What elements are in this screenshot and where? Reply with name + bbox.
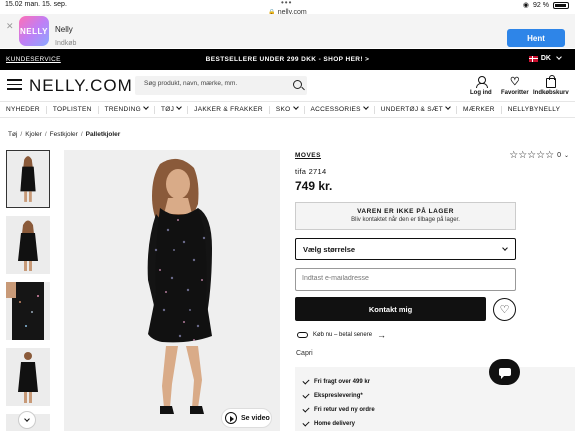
klarna-link[interactable]: Køb nu – betal senere → — [297, 330, 386, 340]
favorites-button[interactable]: ♡ Favoritter — [501, 76, 529, 96]
breadcrumb-item[interactable]: Kjoler — [25, 131, 42, 138]
status-time: 15.02 man. 15. sep. — [5, 1, 67, 8]
email-field-wrapper[interactable] — [295, 268, 516, 291]
chevron-down-icon — [362, 103, 369, 110]
nav-item[interactable]: NELLYBYNELLY — [502, 106, 567, 114]
app-subtitle: Indkøb — [55, 40, 77, 47]
benefit-item: Fri retur ved ny ordre — [302, 403, 575, 417]
chat-button[interactable] — [489, 359, 520, 385]
product-rating[interactable]: ☆☆☆☆☆ 0 ⌄ — [509, 150, 569, 161]
benefit-item: Ekspreslevering* — [302, 389, 575, 403]
customer-service-link[interactable]: KUNDESERVICE — [6, 56, 61, 63]
check-icon — [302, 419, 310, 427]
product-name: tifa 2714 — [295, 167, 327, 176]
nav-item[interactable]: TOPLISTEN — [47, 105, 99, 114]
chevron-down-icon — [24, 416, 30, 422]
promo-bar: BESTSELLERE UNDER 299 DKK - SHOP HER! > … — [0, 49, 575, 70]
chevron-down-icon — [176, 103, 182, 110]
star-rating-icon: ☆☆☆☆☆ — [509, 150, 555, 161]
benefit-item: Home delivery — [302, 417, 575, 431]
denmark-flag-icon — [528, 55, 538, 62]
thumbnail-1[interactable] — [6, 150, 50, 208]
chevron-down-icon — [143, 103, 149, 110]
thumbnail-3[interactable] — [6, 282, 50, 340]
nav-item[interactable]: SKO — [270, 103, 305, 114]
chat-icon — [498, 368, 511, 379]
nav-item[interactable]: TRENDING — [99, 103, 155, 114]
check-icon — [302, 391, 310, 399]
klarna-icon — [297, 332, 308, 338]
breadcrumb-item[interactable]: Tøj — [8, 131, 17, 138]
nav-item[interactable]: JAKKER & FRAKKER — [188, 105, 270, 114]
chevron-down-icon — [445, 103, 451, 110]
wifi-icon: ◉ — [522, 2, 530, 9]
chevron-down-icon — [502, 245, 508, 251]
menu-icon[interactable] — [7, 79, 22, 90]
chevron-down-icon — [556, 53, 562, 60]
search-box[interactable] — [135, 76, 307, 95]
out-of-stock-title: VAREN ER IKKE PÅ LAGER — [357, 208, 454, 215]
breadcrumb-current: Palletkjoler — [85, 131, 121, 138]
user-icon — [475, 76, 488, 88]
nav-item[interactable]: UNDERTØJ & SÆT — [375, 103, 458, 114]
nav-item[interactable]: ACCESSORIES — [305, 103, 375, 114]
app-banner: ✕ NELLY Nelly Indkøb Hent — [0, 14, 575, 48]
heart-icon: ♡ — [509, 76, 520, 88]
play-icon — [225, 412, 237, 424]
product-price: 749 kr. — [295, 179, 333, 193]
nav-item[interactable]: NYHEDER — [0, 105, 47, 114]
chevron-down-icon: ⌄ — [563, 153, 569, 159]
benefits-box: Fri fragt over 499 kr Ekspreslevering* F… — [295, 367, 575, 431]
thumbnail-4[interactable] — [6, 348, 50, 406]
play-video-button[interactable]: Se video — [221, 408, 272, 428]
main-nav: NYHEDER TOPLISTEN TRENDING TØJ JAKKER & FRAK… — [0, 101, 575, 118]
check-icon — [302, 377, 310, 385]
add-to-favorites-button[interactable]: ♡ — [493, 298, 516, 321]
benefit-item: Fri fragt over 499 kr — [302, 375, 575, 389]
app-logo: NELLY — [19, 16, 49, 46]
search-icon[interactable] — [293, 80, 302, 89]
product-color: Capri — [296, 350, 313, 357]
product-main-image[interactable] — [64, 150, 280, 431]
battery-percent: 92 % — [533, 1, 549, 9]
battery-icon — [553, 1, 569, 9]
app-name: Nelly — [55, 25, 73, 34]
site-logo[interactable]: NELLY.COM — [29, 76, 133, 96]
cart-button[interactable]: Indkøbskurv — [533, 75, 569, 96]
thumbnail-2[interactable] — [6, 216, 50, 274]
thumbnails-scroll-down-button[interactable] — [18, 411, 36, 429]
app-get-button[interactable]: Hent — [507, 29, 565, 47]
promo-message[interactable]: BESTSELLERE UNDER 299 DKK - SHOP HER! > — [0, 56, 575, 63]
close-icon[interactable]: ✕ — [6, 21, 14, 32]
heart-icon: ♡ — [499, 304, 510, 316]
email-field[interactable] — [302, 275, 502, 282]
status-dots: ••• — [281, 0, 293, 7]
nav-item[interactable]: TØJ — [155, 103, 189, 114]
out-of-stock-notice: VAREN ER IKKE PÅ LAGER Bliv kontaktet nå… — [295, 202, 516, 230]
check-icon — [302, 405, 310, 413]
arrow-right-icon: → — [377, 330, 387, 340]
breadcrumb-item[interactable]: Festkjoler — [50, 131, 78, 138]
contact-me-button[interactable]: Kontakt mig — [295, 297, 486, 321]
language-selector[interactable]: DK — [528, 53, 562, 62]
chevron-down-icon — [292, 103, 299, 110]
nav-item[interactable]: MÆRKER — [457, 105, 502, 114]
size-select[interactable]: Vælg størrelse — [295, 238, 516, 260]
bag-icon — [545, 75, 556, 88]
search-input[interactable] — [144, 80, 284, 87]
product-brand[interactable]: MOVES — [295, 152, 321, 159]
breadcrumb: Tøj / Kjoler / Festkjoler / Palletkjoler — [8, 131, 121, 138]
rating-count: 0 — [557, 152, 561, 159]
out-of-stock-subtitle: Bliv kontaktet når den er tilbage på lag… — [351, 217, 460, 223]
login-button[interactable]: Log ind — [470, 76, 492, 96]
